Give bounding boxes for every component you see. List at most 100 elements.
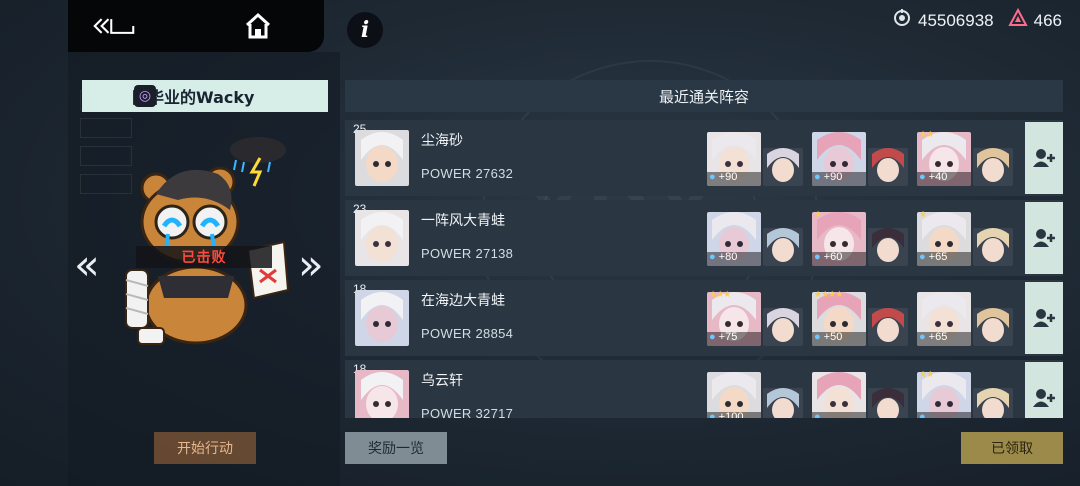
info-button[interactable]: i [347, 12, 383, 48]
gems-value: 466 [1033, 10, 1062, 30]
enhance-badge: ● +90 [814, 170, 842, 184]
water-drop-icon: ● [814, 411, 821, 418]
team-slot[interactable]: ● +80 [707, 210, 805, 266]
enhance-badge: ● +90 [709, 170, 737, 184]
list-item: 23 一阵风大青蛙 POWER 27138 ● +80 ★ ● +60 ★ ● +65 [345, 200, 1063, 276]
water-drop-icon: ● [919, 331, 926, 343]
top-nav-panel [68, 0, 324, 52]
enhance-value: +65 [928, 331, 948, 343]
support-portrait [763, 148, 803, 186]
water-drop-icon: ● [709, 251, 716, 263]
player-avatar[interactable] [355, 130, 409, 186]
team-slot[interactable]: ★★★★ ● +50 [812, 290, 910, 346]
add-friend-button[interactable] [1025, 122, 1063, 194]
enhance-badge: ● +100 [709, 410, 743, 418]
coins-value: 45506938 [917, 10, 994, 30]
list-item: 18 乌云轩 POWER 32717 ● +100 ● ★★ ● [345, 360, 1063, 418]
enhance-value: +75 [718, 331, 738, 343]
add-friend-button[interactable] [1025, 362, 1063, 418]
currency-bar: 45506938 466 [892, 7, 1062, 33]
team-slot[interactable]: ★★★ ● +75 [707, 290, 805, 346]
team-slot[interactable]: ● +100 [707, 370, 805, 418]
team-slot[interactable]: ★★ ● +40 [917, 130, 1015, 186]
swirl-icon: ◎ [134, 85, 156, 107]
reward-list-button[interactable]: 奖励一览 [345, 432, 447, 464]
enhance-badge: ● +80 [709, 250, 737, 264]
team-slot[interactable]: ★ ● +60 [812, 210, 910, 266]
support-portrait [973, 308, 1013, 346]
player-name: 在海边大青蛙 [421, 293, 505, 309]
support-portrait [868, 228, 908, 266]
team-slot[interactable]: ● [812, 370, 910, 418]
enhance-badge: ● +65 [919, 330, 947, 344]
support-portrait [763, 228, 803, 266]
add-friend-button[interactable] [1025, 282, 1063, 354]
player-power: POWER 27632 [421, 166, 514, 181]
list-item: 25 尘海砂 POWER 27632 ● +90 ● +90 ★★ ● +40 [345, 120, 1063, 196]
enhance-badge: ● +60 [814, 250, 842, 264]
water-drop-icon: ● [919, 171, 926, 183]
home-icon[interactable] [236, 8, 280, 44]
triangle-gem-icon [1007, 7, 1028, 33]
support-portrait [763, 308, 803, 346]
player-name: 一阵风大青蛙 [421, 213, 505, 229]
claimed-button[interactable]: 已领取 [961, 432, 1063, 464]
defeated-status: 已击败 [136, 246, 272, 268]
enhance-badge: ● [814, 410, 824, 418]
enhance-badge: ● +75 [709, 330, 737, 344]
team-slot[interactable]: ★ ● +65 [917, 210, 1015, 266]
support-portrait [868, 388, 908, 418]
enhance-badge: ● +40 [919, 170, 947, 184]
player-avatar[interactable] [355, 210, 409, 266]
add-friend-button[interactable] [1025, 202, 1063, 274]
player-power: POWER 27138 [421, 246, 514, 261]
water-drop-icon: ● [919, 251, 926, 263]
list-item: 18 在海边大青蛙 POWER 28854 ★★★ ● +75 ★★★★ ● +50 ● +65 [345, 280, 1063, 356]
player-name-tag: ◎ 刚毕业的Wacky [82, 80, 328, 112]
player-name: 乌云轩 [421, 373, 463, 389]
star-rating: ★ [814, 210, 822, 220]
start-action-button[interactable]: 开始行动 [154, 432, 256, 464]
team-slot[interactable]: ★★ ● [917, 370, 1015, 418]
enhance-value: +50 [823, 331, 843, 343]
water-drop-icon: ● [709, 171, 716, 183]
enhance-value: +100 [718, 411, 744, 418]
enhance-badge: ● +50 [814, 330, 842, 344]
star-rating: ★ [919, 210, 927, 220]
water-drop-icon: ● [919, 411, 926, 418]
player-avatar[interactable] [355, 290, 409, 346]
water-drop-icon: ● [709, 411, 716, 418]
player-avatar[interactable] [355, 370, 409, 418]
clear-team-list: 25 尘海砂 POWER 27632 ● +90 ● +90 ★★ ● +40 23 一阵风大青蛙 PO… [345, 120, 1063, 418]
enhance-badge: ● [919, 410, 929, 418]
player-name: 尘海砂 [421, 133, 463, 149]
star-rating: ★★ [919, 370, 934, 380]
support-portrait [868, 148, 908, 186]
support-portrait [973, 228, 1013, 266]
water-drop-icon: ● [709, 331, 716, 343]
mascot-bear-image [125, 137, 290, 345]
back-icon[interactable] [92, 8, 136, 44]
enhance-value: +80 [718, 251, 738, 263]
add-friend-icon [1033, 389, 1055, 407]
team-slot[interactable]: ● +90 [707, 130, 805, 186]
enhance-badge: ● +65 [919, 250, 947, 264]
player-power: POWER 28854 [421, 326, 514, 341]
recent-clear-teams-header: 最近通关阵容 [345, 80, 1063, 112]
player-power: POWER 32717 [421, 406, 514, 418]
add-friend-icon [1033, 149, 1055, 167]
star-rating: ★★★ [709, 290, 731, 300]
enhance-value: +60 [823, 251, 843, 263]
next-arrow-icon[interactable]: » [298, 240, 324, 289]
water-drop-icon: ● [814, 331, 821, 343]
water-drop-icon: ● [814, 251, 821, 263]
enhance-value: +90 [718, 171, 738, 183]
team-slot[interactable]: ● +65 [917, 290, 1015, 346]
water-drop-icon: ● [814, 171, 821, 183]
team-slot[interactable]: ● +90 [812, 130, 910, 186]
enhance-value: +40 [928, 171, 948, 183]
support-portrait [973, 388, 1013, 418]
enhance-value: +90 [823, 171, 843, 183]
support-portrait [763, 388, 803, 418]
prev-arrow-icon[interactable]: « [74, 240, 100, 289]
